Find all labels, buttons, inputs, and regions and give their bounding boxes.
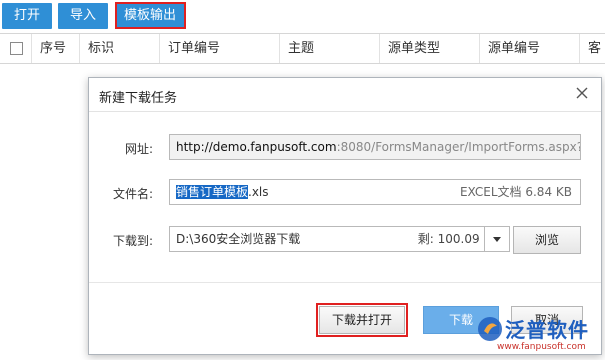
template-export-button[interactable]: 模板输出 [115,3,185,29]
open-button[interactable]: 打开 [2,3,52,29]
toolbar: 打开 导入 模板输出 [0,0,605,33]
download-and-open-button[interactable]: 下载并打开 [319,306,405,334]
select-all-checkbox[interactable] [10,42,23,55]
filename-selected-text: 销售订单模板 [176,185,249,199]
column-header-customer[interactable]: 客 [580,34,605,63]
brand-logo-icon [478,317,502,341]
save-path-field[interactable]: D:\360安全浏览器下载 剩: 100.09 GB [169,226,510,252]
url-label: 网址: [124,142,153,156]
close-icon[interactable] [575,86,589,100]
filename-extension: .xls [248,185,269,199]
url-host: http://demo.fanpusoft.com [176,140,337,154]
dialog-title: 新建下载任务 [99,91,178,106]
filename-input[interactable]: 销售订单模板.xls EXCEL文档 6.84 KB [169,179,581,205]
watermark-url: www.fanpusoft.com [497,342,586,352]
watermark-text: 泛普软件 [505,318,589,342]
column-header-source-no[interactable]: 源单编号 [480,34,580,63]
import-button[interactable]: 导入 [58,3,108,29]
column-header-id[interactable]: 标识 [80,34,160,63]
path-dropdown-button[interactable] [484,226,510,252]
file-meta: EXCEL文档 6.84 KB [459,185,572,199]
column-header-index[interactable]: 序号 [32,34,80,63]
button-divider [89,282,601,283]
column-header-subject[interactable]: 主题 [280,34,380,63]
save-path: D:\360安全浏览器下载 [176,232,301,246]
table-header: 序号 标识 订单编号 主题 源单类型 源单编号 客 [0,33,605,64]
saveto-label: 下载到: [112,234,153,248]
url-field: http://demo.fanpusoft.com:8080/FormsMana… [169,134,581,160]
filename-label: 文件名: [112,187,153,201]
watermark: 泛普软件 www.fanpusoft.com [475,312,605,360]
chevron-down-icon [493,237,501,242]
browse-button[interactable]: 浏览 [513,226,581,254]
column-header-order-no[interactable]: 订单编号 [160,34,280,63]
select-all-cell [0,34,32,63]
url-path: :8080/FormsManager/ImportForms.aspx?Fc [336,140,581,154]
column-header-source-type[interactable]: 源单类型 [380,34,480,63]
title-divider [89,111,601,112]
